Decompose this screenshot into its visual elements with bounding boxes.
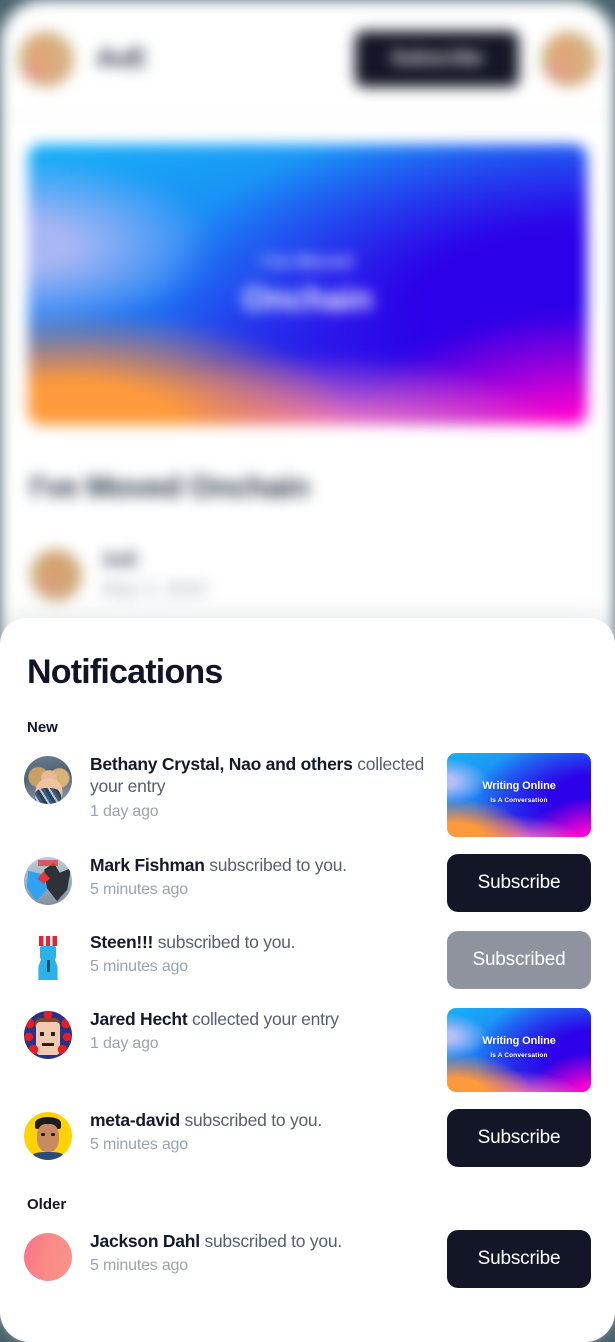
- wolf-avatar-mark-icon[interactable]: [24, 857, 72, 905]
- action-text: collected your entry: [187, 1009, 339, 1029]
- author-name[interactable]: AvE: [102, 550, 207, 572]
- row-action: Subscribe: [439, 854, 591, 912]
- notification-text-block: Bethany Crystal, Nao and others collecte…: [72, 753, 439, 821]
- thumbnail-title: Writing Online: [482, 1035, 556, 1047]
- notification-message: meta-david subscribed to you.: [90, 1109, 439, 1131]
- actor-name[interactable]: Jared Hecht: [90, 1009, 188, 1029]
- thumbnail-subtitle: Is A Conversation: [490, 797, 548, 804]
- section-header-new: New: [27, 719, 58, 736]
- timestamp: 5 minutes ago: [90, 881, 188, 899]
- notification-text-block: Steen!!! subscribed to you. 5 minutes ag…: [72, 931, 439, 976]
- thumbnail-title: Writing Online: [482, 780, 556, 792]
- subscribe-button[interactable]: Subscribe: [447, 854, 591, 912]
- site-name[interactable]: AvE: [96, 43, 147, 74]
- header-actions: Subscribe: [355, 30, 597, 87]
- thumbnail-subtitle: Is A Conversation: [490, 1052, 548, 1059]
- action-text: subscribed to you.: [199, 1231, 342, 1251]
- subscribe-button[interactable]: Subscribe: [447, 1230, 591, 1288]
- header-subscribe-button[interactable]: Subscribe: [355, 30, 519, 87]
- pixel-robot-avatar-steen-icon[interactable]: [24, 934, 72, 982]
- notifications-panel: Notifications New Bethany Crystal, Nao a…: [0, 618, 615, 1342]
- row-action: Subscribed: [439, 931, 591, 989]
- site-header: AvE Subscribe: [0, 0, 615, 118]
- action-text: subscribed to you.: [179, 1110, 323, 1130]
- entry-thumbnail[interactable]: Writing Online Is A Conversation: [447, 753, 591, 837]
- article-title: I've Moved Onchain: [30, 469, 310, 504]
- thumbnail-text: Writing Online Is A Conversation: [447, 1035, 591, 1059]
- page-title: Notifications: [27, 653, 223, 691]
- byline-text: AvE May 3, 2024: [102, 550, 207, 601]
- hero-headline: Onchain: [242, 280, 373, 317]
- actor-name[interactable]: meta-david: [90, 1110, 180, 1130]
- row-action: Writing Online Is A Conversation: [439, 1008, 591, 1092]
- notification-message: Mark Fishman subscribed to you.: [90, 854, 439, 876]
- actor-name[interactable]: Jackson Dahl: [90, 1231, 200, 1251]
- list-item[interactable]: Jackson Dahl subscribed to you. 5 minute…: [0, 1213, 615, 1290]
- publish-date: May 3, 2024: [102, 578, 207, 600]
- action-text: subscribed to you.: [153, 932, 296, 952]
- row-action: Writing Online Is A Conversation: [439, 753, 591, 837]
- thumbnail-text: Writing Online Is A Conversation: [447, 780, 591, 804]
- list-item[interactable]: Mark Fishman subscribed to you. 5 minute…: [0, 837, 615, 914]
- subscribe-button[interactable]: Subscribe: [447, 1109, 591, 1167]
- profile-avatar-icon[interactable]: [541, 30, 597, 87]
- actor-name[interactable]: Bethany Crystal, Nao and others: [90, 754, 353, 774]
- notification-message: Steen!!! subscribed to you.: [90, 931, 439, 953]
- notification-text-block: Mark Fishman subscribed to you. 5 minute…: [72, 854, 439, 899]
- notification-message: Jared Hecht collected your entry: [90, 1008, 439, 1030]
- hero-banner-image: I've Moved Onchain: [28, 144, 587, 425]
- timestamp: 1 day ago: [90, 1035, 159, 1053]
- list-item[interactable]: Bethany Crystal, Nao and others collecte…: [0, 736, 615, 837]
- notification-list-new: Bethany Crystal, Nao and others collecte…: [0, 736, 615, 1169]
- hero-text: I've Moved Onchain: [28, 252, 587, 318]
- photo-avatar-bethany-icon[interactable]: [24, 756, 72, 804]
- pixel-face-avatar-jared-icon[interactable]: [24, 1011, 72, 1059]
- timestamp: 5 minutes ago: [90, 958, 188, 976]
- timestamp: 1 day ago: [90, 802, 159, 820]
- row-action: Subscribe: [439, 1109, 591, 1167]
- article-byline: AvE May 3, 2024: [30, 549, 585, 601]
- subscribed-button[interactable]: Subscribed: [447, 931, 591, 989]
- list-item[interactable]: Steen!!! subscribed to you. 5 minutes ag…: [0, 914, 615, 991]
- author-avatar-icon[interactable]: [30, 549, 82, 601]
- entry-thumbnail[interactable]: Writing Online Is A Conversation: [447, 1008, 591, 1092]
- notification-text-block: Jared Hecht collected your entry 1 day a…: [72, 1008, 439, 1053]
- actor-name[interactable]: Mark Fishman: [90, 855, 205, 875]
- yellow-portrait-avatar-david-icon[interactable]: [24, 1112, 72, 1160]
- notification-text-block: meta-david subscribed to you. 5 minutes …: [72, 1109, 439, 1154]
- notification-message: Bethany Crystal, Nao and others collecte…: [90, 753, 439, 798]
- timestamp: 5 minutes ago: [90, 1257, 188, 1275]
- section-header-older: Older: [27, 1196, 67, 1213]
- hero-eyebrow: I've Moved: [261, 252, 354, 271]
- timestamp: 5 minutes ago: [90, 1136, 188, 1154]
- actor-name[interactable]: Steen!!!: [90, 932, 153, 952]
- row-action: Subscribe: [439, 1230, 591, 1288]
- notification-message: Jackson Dahl subscribed to you.: [90, 1230, 439, 1252]
- notification-list-older: Jackson Dahl subscribed to you. 5 minute…: [0, 1213, 615, 1290]
- notification-text-block: Jackson Dahl subscribed to you. 5 minute…: [72, 1230, 439, 1275]
- avocado-avatar-icon[interactable]: [18, 30, 74, 87]
- action-text: subscribed to you.: [204, 855, 347, 875]
- list-item[interactable]: meta-david subscribed to you. 5 minutes …: [0, 1092, 615, 1169]
- list-item[interactable]: Jared Hecht collected your entry 1 day a…: [0, 991, 615, 1092]
- pink-gradient-avatar-jackson-icon[interactable]: [24, 1233, 72, 1281]
